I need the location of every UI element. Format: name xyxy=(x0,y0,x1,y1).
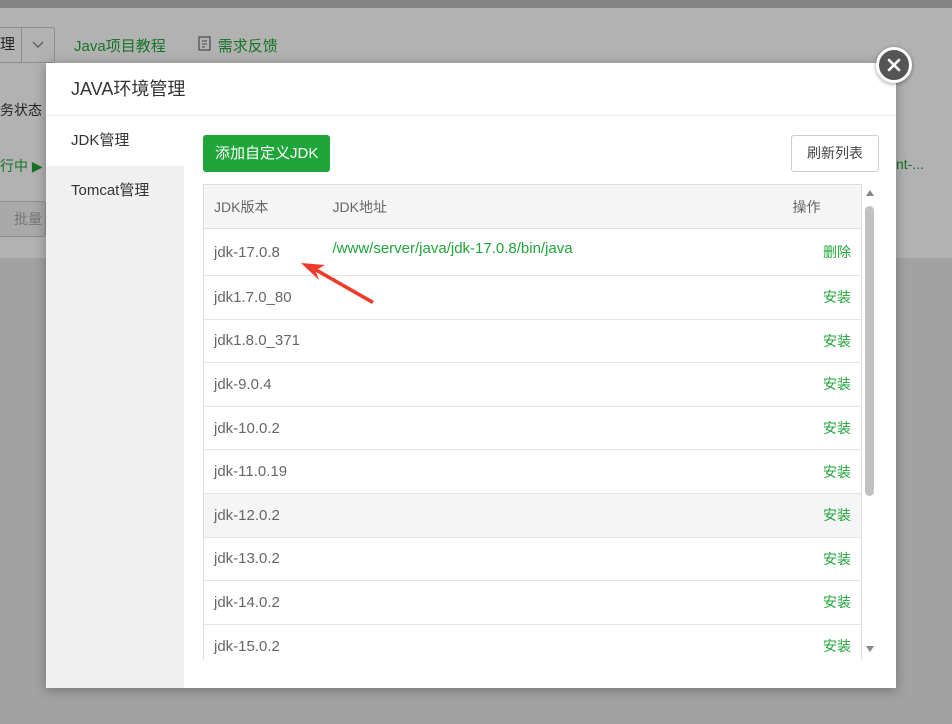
jdk-version-cell: jdk-14.0.2 xyxy=(203,580,333,625)
jdk-path-text[interactable]: /www/server/java/jdk-17.0.8/bin/java xyxy=(333,240,573,257)
header-path: JDK地址 xyxy=(332,184,793,229)
table-row: jdk-11.0.19 安装 xyxy=(203,449,862,494)
scroll-down-arrow-icon[interactable] xyxy=(866,646,874,652)
table-row: jdk-14.0.2 安装 xyxy=(203,580,862,625)
close-icon xyxy=(887,58,901,72)
install-link[interactable]: 安装 xyxy=(823,594,851,610)
jdk-action-cell: 安装 xyxy=(792,537,862,582)
jdk-path-cell xyxy=(332,362,793,407)
dialog-sidebar: JDK管理 Tomcat管理 xyxy=(46,116,184,688)
sidebar-item-tomcat[interactable]: Tomcat管理 xyxy=(46,166,184,216)
jdk-path-cell xyxy=(332,275,793,320)
install-link[interactable]: 安装 xyxy=(823,507,851,523)
install-link[interactable]: 安装 xyxy=(823,638,851,654)
table-row: jdk-12.0.2 安装 xyxy=(203,493,862,538)
jdk-path-cell: /www/server/java/jdk-17.0.8/bin/java xyxy=(332,228,793,276)
jdk-path-cell xyxy=(332,319,793,364)
jdk-version-cell: jdk-10.0.2 xyxy=(203,406,333,451)
jdk-action-cell: 安装 xyxy=(792,493,862,538)
header-version: JDK版本 xyxy=(203,184,333,229)
install-link[interactable]: 安装 xyxy=(823,551,851,567)
table-scrollbar[interactable] xyxy=(863,184,877,660)
scrollbar-thumb[interactable] xyxy=(865,206,874,496)
header-action: 操作 xyxy=(792,184,862,229)
jdk-action-cell: 安装 xyxy=(792,319,862,364)
annotation-arrow-icon xyxy=(301,263,374,304)
jdk-path-cell xyxy=(332,406,793,451)
install-link[interactable]: 安装 xyxy=(823,376,851,392)
jdk-path-cell xyxy=(332,493,793,538)
install-link[interactable]: 安装 xyxy=(823,289,851,305)
jdk-action-cell: 删除 xyxy=(792,228,862,276)
install-link[interactable]: 安装 xyxy=(823,333,851,349)
install-link[interactable]: 安装 xyxy=(823,464,851,480)
close-dialog-button[interactable] xyxy=(876,47,912,83)
table-header-row: JDK版本 JDK地址 操作 xyxy=(203,184,862,229)
jdk-action-cell: 安装 xyxy=(792,580,862,625)
jdk-action-cell: 安装 xyxy=(792,449,862,494)
jdk-version-cell: jdk-11.0.19 xyxy=(203,449,333,494)
jdk-version-cell: jdk-13.0.2 xyxy=(203,537,333,582)
scroll-up-arrow-icon[interactable] xyxy=(866,190,874,196)
table-row: jdk1.8.0_371 安装 xyxy=(203,319,862,364)
jdk-path-cell xyxy=(332,537,793,582)
jdk-version-cell: jdk-12.0.2 xyxy=(203,493,333,538)
dialog-content: 添加自定义JDK 刷新列表 JDK版本 JDK地址 操作 jdk-17.0.8 … xyxy=(184,116,896,688)
jdk-path-cell xyxy=(332,580,793,625)
table-row: jdk-10.0.2 安装 xyxy=(203,406,862,451)
jdk-action-cell: 安装 xyxy=(792,275,862,320)
jdk-action-cell: 安装 xyxy=(792,362,862,407)
table-row: jdk-9.0.4 安装 xyxy=(203,362,862,407)
jdk-version-cell: jdk1.8.0_371 xyxy=(203,319,333,364)
install-link[interactable]: 安装 xyxy=(823,420,851,436)
sidebar-item-jdk[interactable]: JDK管理 xyxy=(46,116,184,166)
delete-link[interactable]: 删除 xyxy=(823,244,851,260)
jdk-path-cell xyxy=(332,449,793,494)
table-row: jdk-15.0.2 安装 xyxy=(203,624,862,660)
add-custom-jdk-button[interactable]: 添加自定义JDK xyxy=(203,135,331,172)
jdk-action-cell: 安装 xyxy=(792,406,862,451)
jdk-version-cell: jdk-9.0.4 xyxy=(203,362,333,407)
jdk-action-cell: 安装 xyxy=(792,624,862,660)
jdk-version-cell: jdk-15.0.2 xyxy=(203,624,333,660)
dialog-title: JAVA环境管理 xyxy=(46,63,896,116)
table-row: jdk-13.0.2 安装 xyxy=(203,537,862,582)
jdk-path-cell xyxy=(332,624,793,660)
refresh-list-button[interactable]: 刷新列表 xyxy=(791,135,879,172)
java-env-dialog: JAVA环境管理 JDK管理 Tomcat管理 添加自定义JDK 刷新列表 JD… xyxy=(46,63,896,688)
